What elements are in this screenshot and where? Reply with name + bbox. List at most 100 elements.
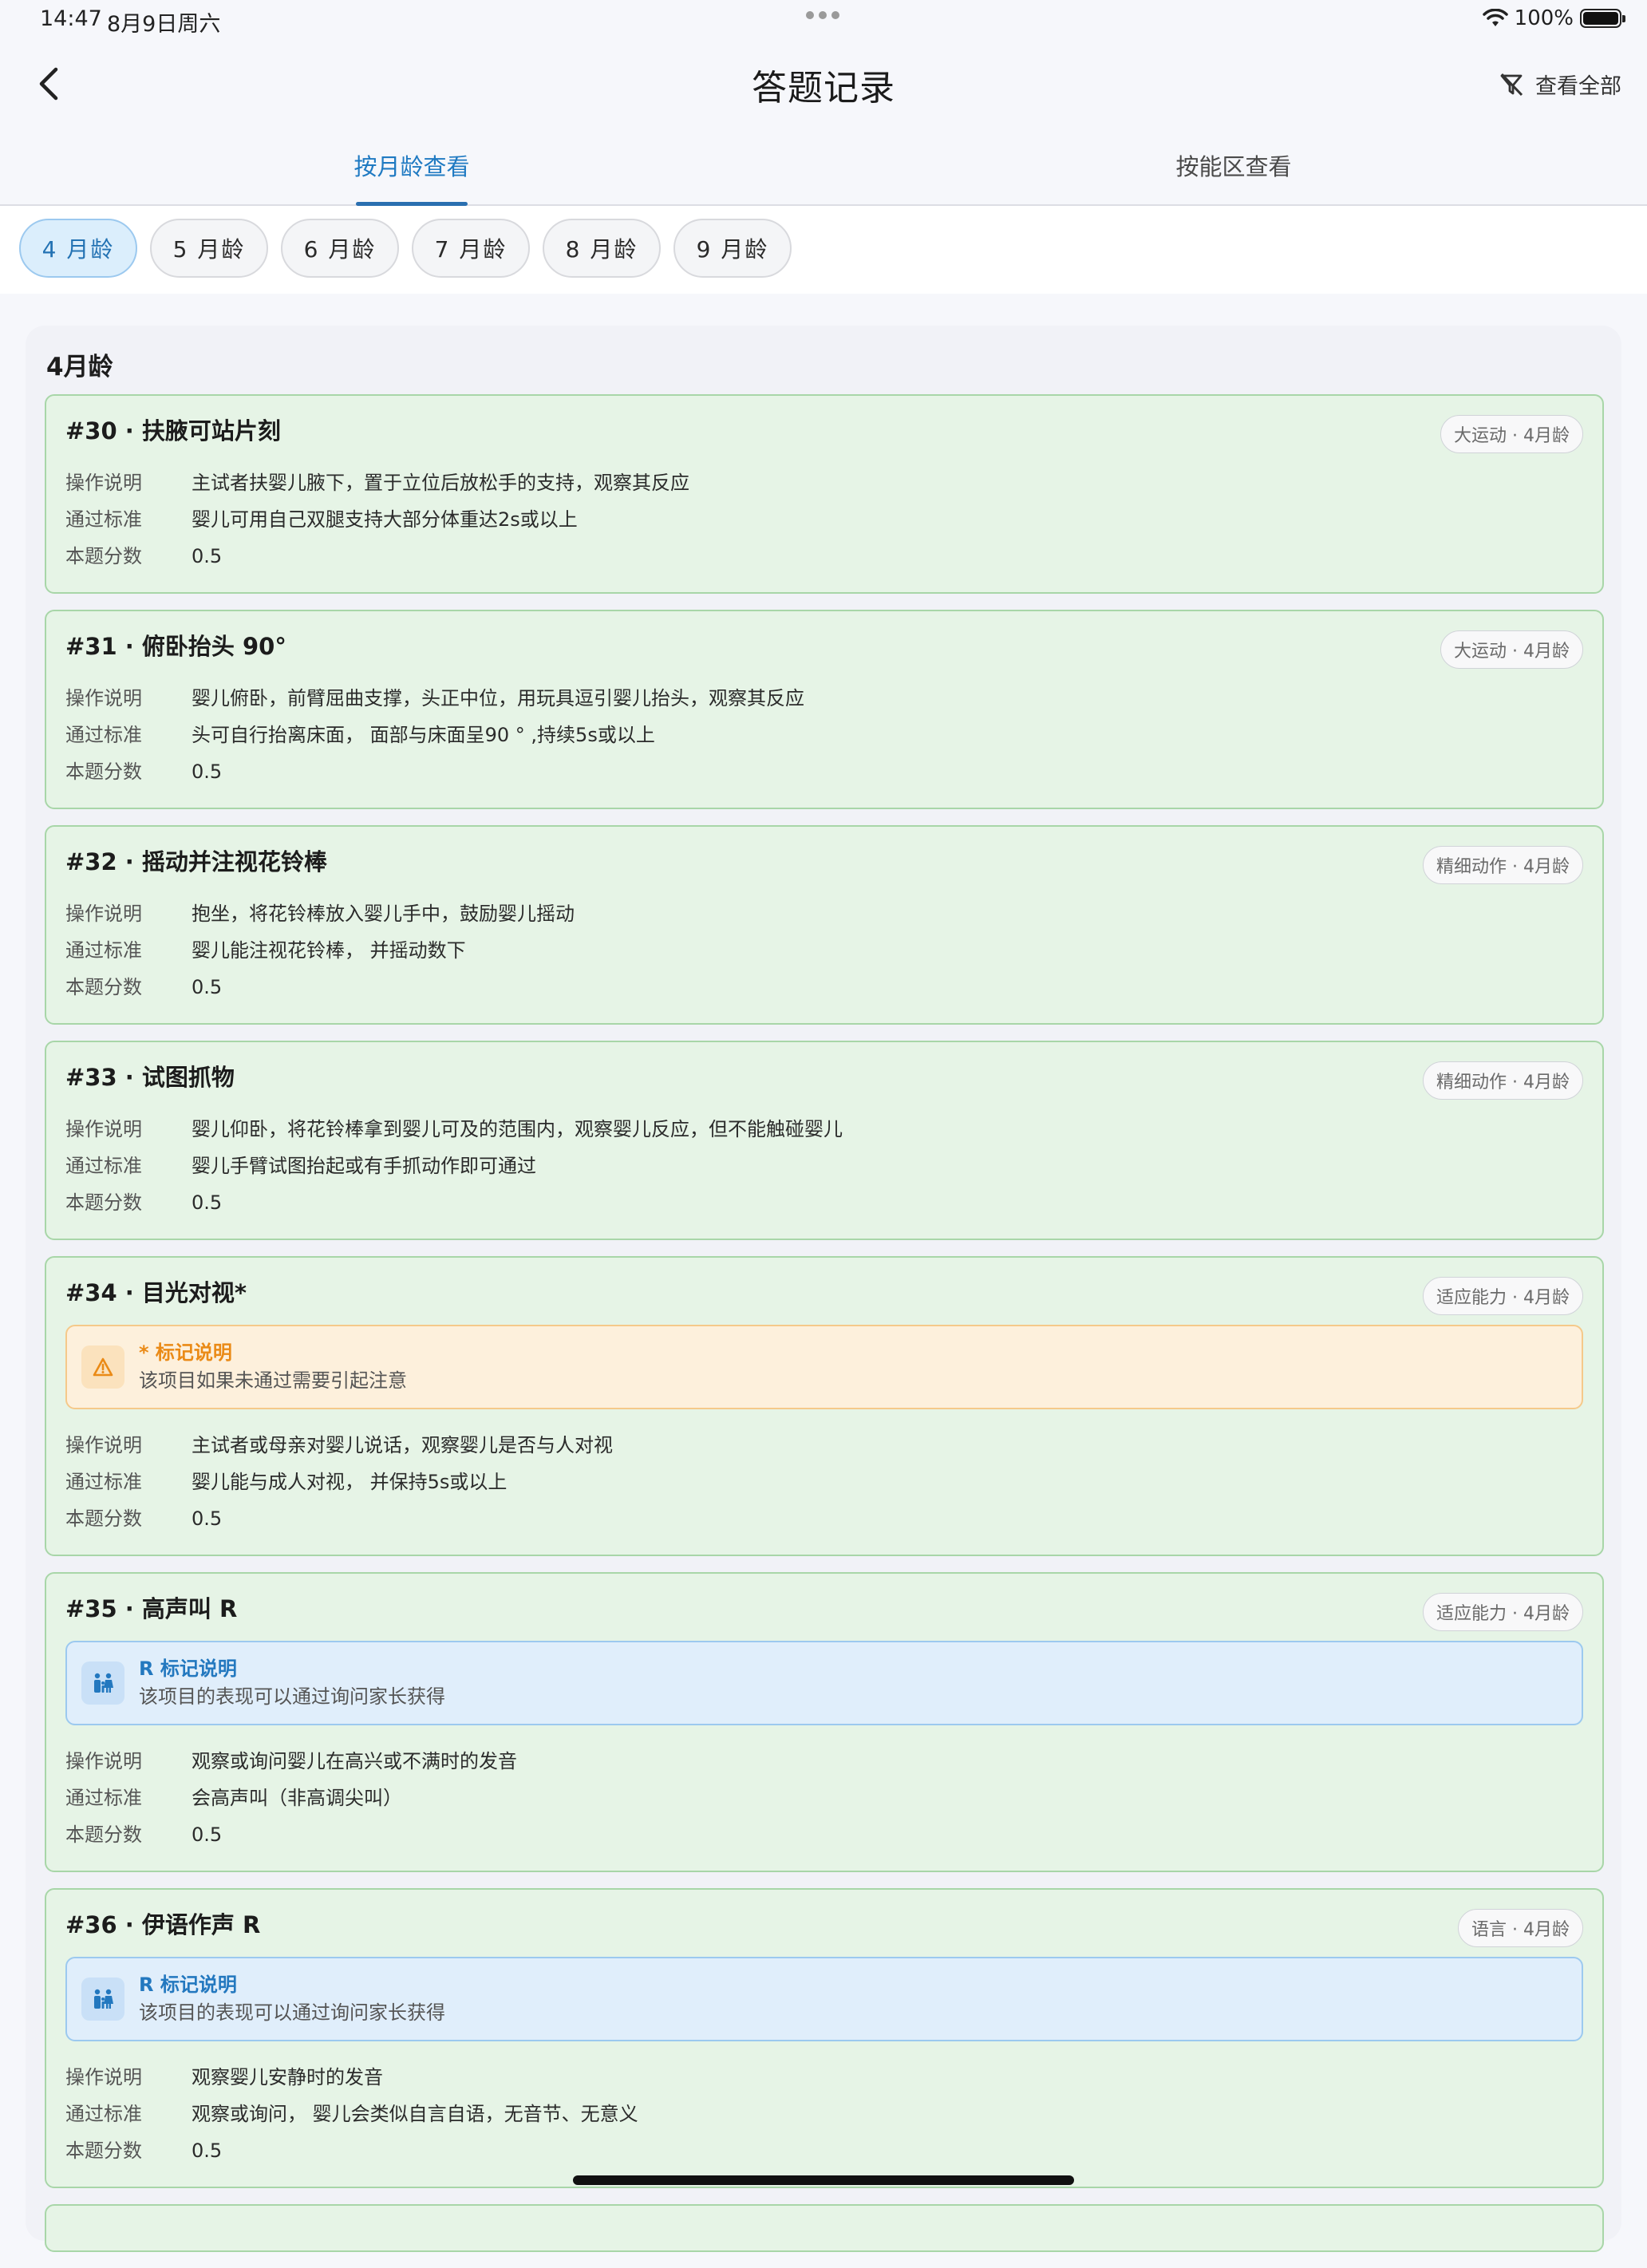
warning-icon (81, 1345, 124, 1389)
standard-label: 通过标准 (65, 508, 142, 531)
score-value: 0.5 (192, 761, 223, 783)
domain-tag: 精细动作 · 4月龄 (1423, 846, 1583, 884)
status-right: 100% (1482, 6, 1625, 30)
chip-month-4[interactable]: 4 月龄 (19, 219, 137, 278)
standard-value: 婴儿手臂试图抬起或有手抓动作即可通过 (192, 1155, 536, 1177)
star-mark-note: * 标记说明 该项目如果未通过需要引起注意 (65, 1325, 1583, 1409)
note-title: R 标记说明 (139, 1658, 237, 1680)
standard-value: 会高声叫（非高调尖叫） (192, 1787, 402, 1809)
home-indicator[interactable] (573, 2175, 1074, 2185)
question-card[interactable]: #31 · 俯卧抬头 90° 大运动 · 4月龄 操作说明 婴儿俯卧，前臂屈曲支撑… (45, 610, 1604, 809)
operation-label: 操作说明 (65, 2066, 142, 2088)
operation-label: 操作说明 (65, 1750, 142, 1772)
operation-label: 操作说明 (65, 1434, 142, 1456)
score-label: 本题分数 (65, 2140, 142, 2162)
standard-value: 婴儿能注视花铃棒， 并摇动数下 (192, 939, 466, 962)
filter-off-icon (1500, 73, 1523, 96)
standard-value: 观察或询问， 婴儿会类似自言自语，无音节、无意义 (192, 2103, 638, 2125)
page-title: 答题记录 (752, 68, 895, 109)
group-title: 4月龄 (46, 353, 113, 381)
chip-month-6[interactable]: 6 月龄 (281, 219, 399, 278)
question-title: #30 · 扶腋可站片刻 (65, 417, 281, 445)
score-label: 本题分数 (65, 545, 142, 567)
question-card[interactable]: #34 · 目光对视* 适应能力 · 4月龄 * 标记说明 该项目如果未通过需要… (45, 1256, 1604, 1556)
status-date: 8月9日周六 (107, 12, 221, 37)
score-value: 0.5 (192, 1191, 223, 1214)
standard-label: 通过标准 (65, 1787, 142, 1809)
operation-label: 操作说明 (65, 903, 142, 925)
standard-value: 婴儿可用自己双腿支持大部分体重达2s或以上 (192, 508, 578, 531)
tab-by-month-age[interactable]: 按月龄查看 (132, 148, 691, 182)
domain-tag: 精细动作 · 4月龄 (1423, 1061, 1583, 1100)
r-mark-note: R 标记说明 该项目的表现可以通过询问家长获得 (65, 1957, 1583, 2041)
chip-month-5[interactable]: 5 月龄 (150, 219, 268, 278)
standard-label: 通过标准 (65, 1471, 142, 1493)
view-all-button[interactable]: 查看全部 (1499, 69, 1621, 100)
score-value: 0.5 (192, 2140, 223, 2162)
multitask-dots-icon[interactable] (806, 11, 839, 19)
family-icon (81, 1978, 124, 2021)
question-card[interactable]: #30 · 扶腋可站片刻 大运动 · 4月龄 操作说明 主试者扶婴儿腋下，置于立位… (45, 394, 1604, 594)
standard-label: 通过标准 (65, 1155, 142, 1177)
wifi-icon (1482, 9, 1508, 26)
nav-bar: 答题记录 查看全部 (0, 48, 1647, 120)
operation-value: 婴儿俯卧，前臂屈曲支撑，头正中位，用玩具逗引婴儿抬头，观察其反应 (192, 687, 804, 709)
operation-label: 操作说明 (65, 1118, 142, 1140)
score-label: 本题分数 (65, 761, 142, 783)
question-card[interactable]: #35 · 高声叫 R 适应能力 · 4月龄 R 标记说明 该项目的表现可以通过… (45, 1572, 1604, 1872)
question-title: #32 · 摇动并注视花铃棒 (65, 848, 327, 875)
standard-label: 通过标准 (65, 2103, 142, 2125)
domain-tag: 适应能力 · 4月龄 (1423, 1277, 1583, 1315)
question-list: #30 · 扶腋可站片刻 大运动 · 4月龄 操作说明 主试者扶婴儿腋下，置于立位… (45, 394, 1604, 2268)
standard-value: 头可自行抬离床面， 面部与床面呈90 ° ,持续5s或以上 (192, 724, 655, 746)
battery-percent: 100% (1514, 6, 1574, 30)
note-description: 该项目的表现可以通过询问家长获得 (139, 2001, 445, 2024)
standard-value: 婴儿能与成人对视， 并保持5s或以上 (192, 1471, 508, 1493)
score-value: 0.5 (192, 545, 223, 567)
tab-by-domain[interactable]: 按能区查看 (954, 148, 1513, 182)
score-label: 本题分数 (65, 1823, 142, 1846)
score-label: 本题分数 (65, 1507, 142, 1530)
month-age-filter-bar: 4 月龄 5 月龄 6 月龄 7 月龄 8 月龄 9 月龄 (0, 206, 1647, 294)
domain-tag: 语言 · 4月龄 (1458, 1909, 1583, 1947)
month-group-panel: 4月龄 #30 · 扶腋可站片刻 大运动 · 4月龄 操作说明 主试者扶婴儿腋下，… (26, 326, 1621, 2252)
domain-tag: 大运动 · 4月龄 (1440, 630, 1583, 669)
standard-label: 通过标准 (65, 724, 142, 746)
operation-value: 婴儿仰卧，将花铃棒拿到婴儿可及的范围内，观察婴儿反应，但不能触碰婴儿 (192, 1118, 843, 1140)
standard-label: 通过标准 (65, 939, 142, 962)
note-description: 该项目的表现可以通过询问家长获得 (139, 1685, 445, 1708)
question-card[interactable]: #33 · 试图抓物 精细动作 · 4月龄 操作说明 婴儿仰卧，将花铃棒拿到婴儿可… (45, 1041, 1604, 1240)
domain-tag: 大运动 · 4月龄 (1440, 415, 1583, 453)
view-all-label: 查看全部 (1535, 74, 1621, 99)
note-title: * 标记说明 (139, 1341, 232, 1364)
question-title: #33 · 试图抓物 (65, 1064, 235, 1091)
question-card[interactable]: #32 · 摇动并注视花铃棒 精细动作 · 4月龄 操作说明 抱坐，将花铃棒放入婴… (45, 825, 1604, 1025)
score-value: 0.5 (192, 1823, 223, 1846)
status-bar: 14:47 8月9日周六 100% (0, 0, 1647, 38)
question-card[interactable]: #36 · 伊语作声 R 语言 · 4月龄 R 标记说明 该项目的表现可以通过询… (45, 1888, 1604, 2188)
operation-value: 观察或询问婴儿在高兴或不满时的发音 (192, 1750, 517, 1772)
operation-value: 抱坐，将花铃棒放入婴儿手中，鼓励婴儿摇动 (192, 903, 575, 925)
question-title: #34 · 目光对视* (65, 1279, 247, 1306)
operation-value: 主试者或母亲对婴儿说话，观察婴儿是否与人对视 (192, 1434, 613, 1456)
chip-month-9[interactable]: 9 月龄 (673, 219, 792, 278)
question-title: #31 · 俯卧抬头 90° (65, 633, 286, 660)
r-mark-note: R 标记说明 该项目的表现可以通过询问家长获得 (65, 1641, 1583, 1725)
domain-tag: 适应能力 · 4月龄 (1423, 1593, 1583, 1631)
question-title: #36 · 伊语作声 R (65, 1911, 261, 1938)
score-label: 本题分数 (65, 976, 142, 998)
note-description: 该项目如果未通过需要引起注意 (139, 1369, 407, 1392)
family-icon (81, 1661, 124, 1705)
chip-month-8[interactable]: 8 月龄 (543, 219, 661, 278)
status-time: 14:47 (40, 6, 102, 31)
operation-value: 主试者扶婴儿腋下，置于立位后放松手的支持，观察其反应 (192, 472, 689, 494)
score-label: 本题分数 (65, 1191, 142, 1214)
battery-icon (1580, 9, 1625, 28)
operation-value: 观察婴儿安静时的发音 (192, 2066, 383, 2088)
view-mode-tabs: 按月龄查看 按能区查看 (0, 137, 1647, 206)
question-title: #35 · 高声叫 R (65, 1595, 238, 1622)
operation-label: 操作说明 (65, 472, 142, 494)
score-value: 0.5 (192, 1507, 223, 1530)
question-card[interactable] (45, 2204, 1604, 2252)
chip-month-7[interactable]: 7 月龄 (412, 219, 530, 278)
